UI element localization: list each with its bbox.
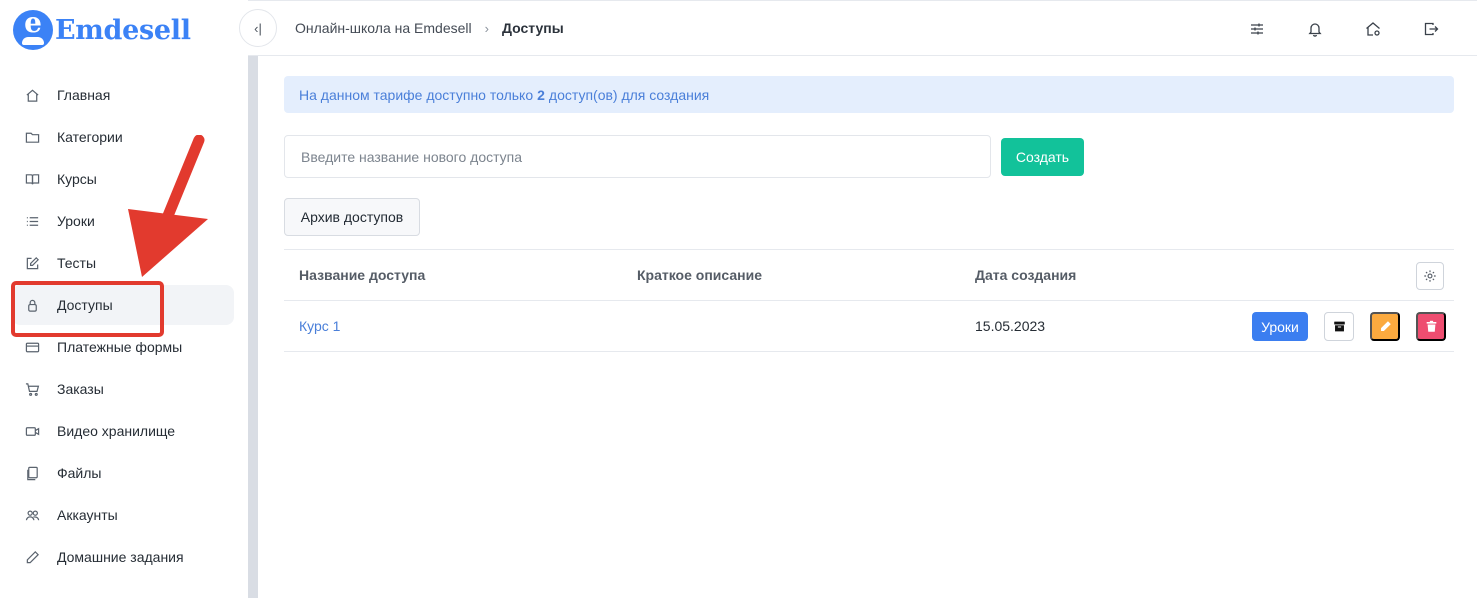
access-created-date: 15.05.2023: [975, 318, 1046, 334]
table-settings-button[interactable]: [1416, 262, 1444, 290]
column-header-date[interactable]: Дата создания: [975, 267, 1076, 283]
logo-letter: e: [24, 10, 42, 39]
sidebar-item-label: Курсы: [57, 171, 97, 187]
pencil-icon: [24, 549, 40, 565]
sidebar-item-label: Платежные формы: [57, 339, 183, 355]
home-icon: [24, 87, 40, 103]
sidebar-item-label: Аккаунты: [57, 507, 118, 523]
access-table: Название доступа Краткое описание Дата с…: [284, 249, 1454, 352]
access-name-link[interactable]: Курс 1: [299, 318, 340, 334]
logo[interactable]: e Emdesell: [13, 10, 191, 50]
sidebar-item-accounts[interactable]: Аккаунты: [12, 495, 234, 535]
credit-card-icon: [24, 339, 40, 355]
sidebar-scrollbar[interactable]: [248, 56, 258, 598]
alert-text-before: На данном тарифе доступно только: [299, 86, 534, 103]
breadcrumb-parent-link[interactable]: Онлайн-школа на Emdesell: [295, 20, 472, 36]
sidebar-item-files[interactable]: Файлы: [12, 453, 234, 493]
archive-row-button[interactable]: [1324, 312, 1354, 341]
breadcrumb: Онлайн-школа на Emdesell › Доступы: [295, 20, 564, 36]
sidebar: e Emdesell Главная Категории Курсы Уроки…: [0, 0, 248, 598]
trash-icon: [1426, 320, 1436, 332]
topbar-actions: [1209, 19, 1441, 39]
sidebar-item-access[interactable]: Доступы: [12, 285, 234, 325]
breadcrumb-separator: ›: [484, 20, 489, 36]
logo-mark-icon: e: [13, 10, 53, 50]
create-access-row: Создать: [284, 135, 1454, 178]
pencil-icon: [1380, 321, 1391, 331]
sidebar-item-payment-forms[interactable]: Платежные формы: [12, 327, 234, 367]
table-header: Название доступа Краткое описание Дата с…: [284, 250, 1454, 301]
gear-icon: [1424, 270, 1436, 282]
topbar: ‹| Онлайн-школа на Emdesell › Доступы: [239, 0, 1477, 56]
main-content: На данном тарифе доступно только 2 досту…: [284, 76, 1454, 352]
breadcrumb-current: Доступы: [501, 20, 564, 36]
file-icon: [24, 465, 40, 481]
archive-box-icon: [1333, 321, 1345, 332]
sidebar-item-label: Уроки: [57, 213, 95, 229]
sidebar-item-label: Файлы: [57, 465, 102, 481]
sidebar-nav: Главная Категории Курсы Уроки Тесты Дост…: [12, 75, 234, 579]
logout-icon[interactable]: [1421, 19, 1441, 39]
sidebar-item-label: Тесты: [57, 255, 97, 271]
edit-icon: [24, 255, 40, 271]
brand-name: Emdesell: [55, 14, 191, 46]
bell-icon[interactable]: [1305, 19, 1325, 39]
book-icon: [24, 171, 40, 187]
folder-icon: [24, 129, 40, 145]
column-header-name[interactable]: Название доступа: [299, 267, 425, 283]
sidebar-item-home[interactable]: Главная: [12, 75, 234, 115]
list-icon: [24, 213, 40, 229]
sidebar-item-label: Категории: [57, 129, 123, 145]
lock-icon: [24, 297, 40, 313]
collapse-sidebar-button[interactable]: ‹|: [239, 9, 277, 47]
row-actions: Уроки: [1252, 312, 1446, 341]
alert-text-after: доступ(ов) для создания: [548, 86, 710, 103]
sidebar-item-label: Главная: [57, 87, 111, 103]
sidebar-item-label: Видео хранилище: [57, 423, 176, 439]
edit-row-button[interactable]: [1370, 312, 1400, 341]
lessons-button[interactable]: Уроки: [1252, 312, 1308, 341]
home-settings-icon[interactable]: [1363, 19, 1383, 39]
plan-limit-alert: На данном тарифе доступно только 2 досту…: [284, 76, 1454, 113]
users-icon: [24, 507, 40, 523]
sidebar-item-tests[interactable]: Тесты: [12, 243, 234, 283]
cart-icon: [24, 381, 40, 397]
new-access-name-input[interactable]: [284, 135, 991, 178]
logo-person-shape: [22, 37, 44, 45]
sidebar-item-label: Доступы: [57, 297, 113, 313]
sidebar-item-categories[interactable]: Категории: [12, 117, 234, 157]
delete-row-button[interactable]: [1416, 312, 1446, 341]
sidebar-item-video-storage[interactable]: Видео хранилище: [12, 411, 234, 451]
create-button[interactable]: Создать: [1001, 137, 1084, 176]
sidebar-item-lessons[interactable]: Уроки: [12, 201, 234, 241]
table-row: Курс 1 15.05.2023 Уроки: [284, 301, 1454, 352]
column-header-description[interactable]: Краткое описание: [637, 267, 762, 283]
sidebar-item-homework[interactable]: Домашние задания: [12, 537, 234, 577]
sidebar-item-label: Заказы: [57, 381, 104, 397]
video-icon: [24, 423, 40, 439]
sidebar-item-label: Домашние задания: [57, 549, 184, 565]
alert-count: 2: [537, 86, 545, 103]
sidebar-item-orders[interactable]: Заказы: [12, 369, 234, 409]
access-archive-button[interactable]: Архив доступов: [284, 198, 420, 236]
sidebar-item-courses[interactable]: Курсы: [12, 159, 234, 199]
sliders-icon[interactable]: [1247, 19, 1267, 39]
app-root: e Emdesell Главная Категории Курсы Уроки…: [0, 0, 1477, 598]
